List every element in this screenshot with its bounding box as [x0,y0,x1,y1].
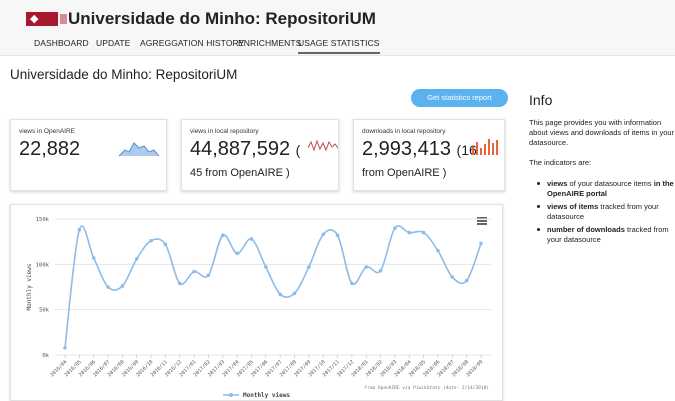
info-indicators-intro: The indicators are: [529,158,592,167]
data-point [235,251,239,256]
data-point [264,265,268,269]
info-heading: Info [529,92,553,108]
card-downloads-local: downloads in local repository 2,993,413 … [353,119,505,191]
data-point [163,242,168,247]
data-point [249,237,254,241]
data-point [307,265,311,269]
legend-marker-dot [229,393,233,397]
card-value: 22,882 [19,138,81,160]
card-views-local: views in local repository 44,887,592 ( 4… [181,119,339,191]
data-point [393,226,397,230]
university-logo: ◆ [26,12,67,26]
source-note: from OpenAIRE via PiwikStats (date: 2/14… [364,385,489,391]
list-item: number of downloads tracked from your da… [529,225,675,245]
card-label: views in OpenAIRE [19,128,75,135]
logo-glyph-icon: ◆ [30,12,39,25]
data-point [149,238,153,243]
card-value-number: 44,887,592 [190,138,291,160]
tab-dashboard[interactable]: DASHBOARD [34,38,89,48]
bar-sparkline-icon [472,139,498,155]
get-statistics-report-button[interactable]: Get statistics report [411,89,508,107]
data-point [106,285,110,289]
card-value: 44,887,592 ( [190,138,300,161]
list-item: views of your datasource items in the Op… [529,179,675,199]
card-value: 2,993,413 (16 [362,138,477,161]
data-point [479,241,483,246]
data-point [321,232,326,237]
info-indicator-list: views of your datasource items in the Op… [529,179,675,248]
area-sparkline-icon [119,142,159,157]
data-point [63,345,67,350]
data-point [378,268,383,273]
data-point [292,291,297,296]
data-point [407,230,412,235]
data-point [91,256,96,260]
series-line [64,225,482,348]
data-point [120,284,125,288]
page-title: Universidade do Minho: RepositoriUM [10,67,238,82]
card-extra: from OpenAIRE ) [362,167,447,179]
data-point [335,233,340,238]
data-point [134,257,139,261]
data-point [220,233,225,238]
data-point [278,292,282,297]
top-header: ◆ Universidade do Minho: RepositoriUM DA… [0,0,675,56]
data-point [421,230,426,235]
data-point [350,281,354,286]
data-point [450,275,455,279]
card-label: downloads in local repository [362,128,446,135]
tab-usage-statistics[interactable]: USAGE STATISTICS [298,38,380,54]
card-label: views in local repository [190,128,259,135]
card-value-suffix: ( [295,142,301,158]
data-point [436,248,440,253]
card-value-number: 2,993,413 [362,138,451,160]
legend-label: Monthly views [243,392,290,399]
info-paragraph: This page provides you with information … [529,118,675,147]
y-tick-label: 150k [36,217,50,223]
data-point [206,273,211,278]
data-point [77,228,82,232]
monthly-views-chart: 150k 100k 50k 0k Monthly views 2016/04 2016/05… [10,204,503,401]
line-sparkline-icon [308,139,338,152]
y-tick-label: 100k [36,262,50,268]
y-tick-label: 50k [39,308,50,314]
tab-agreggation-history[interactable]: AGREGGATION HISTORY [140,38,244,48]
data-point [177,281,182,286]
chart-canvas: 150k100k50k0kMonthly views2016/042016/05… [26,217,491,399]
y-axis-label: Monthly views [26,263,33,310]
card-views-openaire: views in OpenAIRE 22,882 [10,119,167,191]
y-tick-label: 0k [42,353,49,359]
app-title: Universidade do Minho: RepositoriUM [68,9,376,28]
data-point [364,265,369,269]
tab-update[interactable]: UPDATE [96,38,130,48]
tab-enrichments[interactable]: ENRICHMENTS [238,38,301,48]
data-point [192,269,196,274]
card-extra: 45 from OpenAIRE ) [190,167,290,179]
list-item: views of items tracked from your datasou… [529,202,675,222]
data-point [464,278,469,283]
